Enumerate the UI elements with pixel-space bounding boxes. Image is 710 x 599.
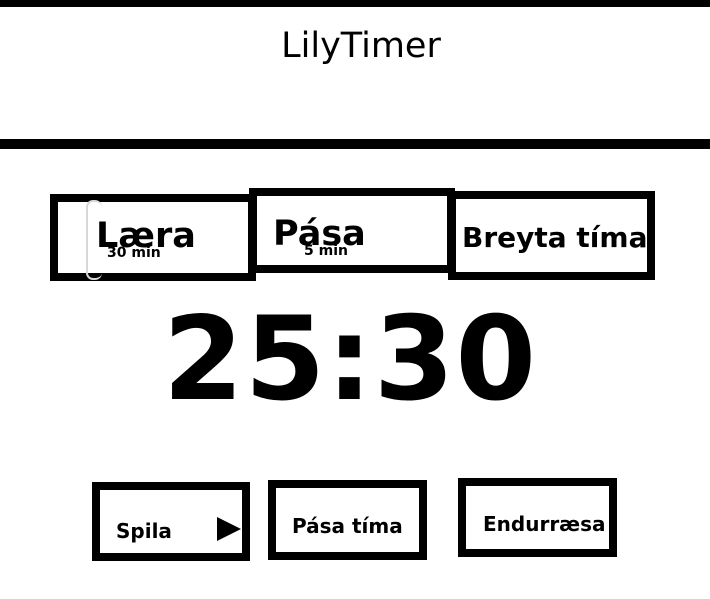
header-bottom-border xyxy=(0,139,710,149)
pause-button[interactable]: Pása tíma xyxy=(268,480,427,560)
restart-button[interactable]: Endurræsa xyxy=(458,478,617,557)
tab-break-duration: 5 min xyxy=(304,243,348,259)
change-time-label: Breyta tíma xyxy=(462,221,648,254)
restart-button-label: Endurræsa xyxy=(483,512,606,536)
app-title: LilyTimer xyxy=(281,26,441,66)
header-top-border xyxy=(0,0,710,7)
play-button-label: Spila xyxy=(116,519,172,543)
play-icon xyxy=(217,517,241,541)
tab-study-duration: 30 min xyxy=(107,245,161,261)
timer-display: 25:30 xyxy=(162,292,538,427)
pause-button-label: Pása tíma xyxy=(292,514,403,538)
play-button[interactable]: Spila xyxy=(92,482,250,561)
